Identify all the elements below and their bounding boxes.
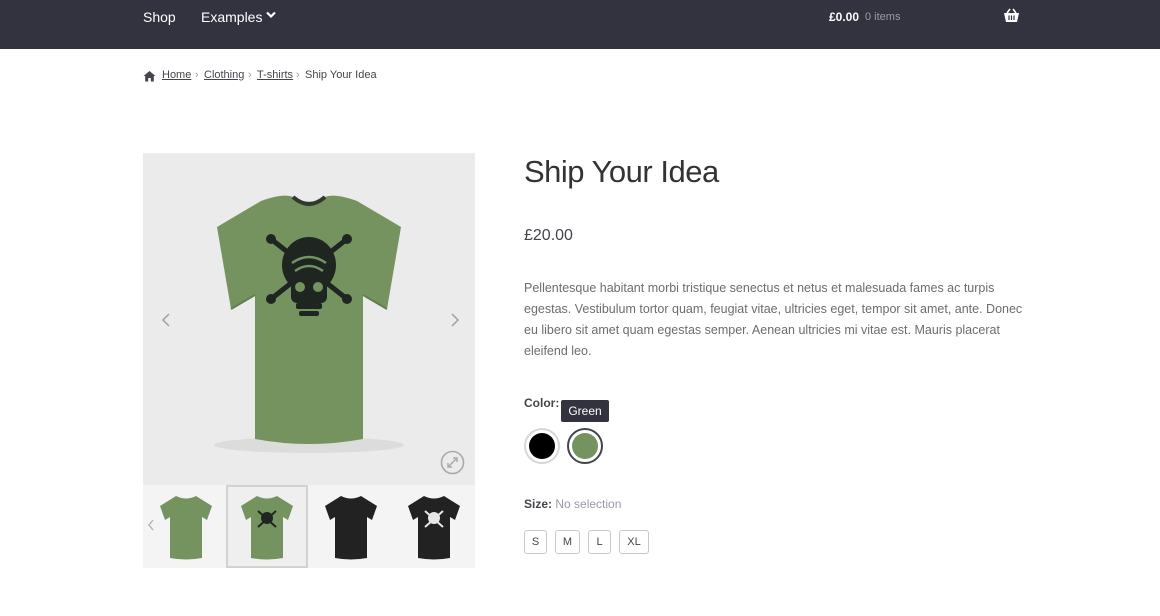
gallery-next-arrow-icon[interactable]: [447, 312, 461, 328]
gallery-prev-arrow-icon[interactable]: [160, 312, 174, 328]
zoom-icon[interactable]: [440, 450, 465, 475]
color-swatch-black[interactable]: [524, 428, 560, 464]
product-main-image[interactable]: [143, 153, 475, 485]
thumbnail-green[interactable]: [145, 485, 227, 568]
site-header: Shop Examples £0.00 0 items: [0, 0, 1160, 49]
breadcrumb-separator: ›: [296, 69, 300, 81]
swatch-fill: [529, 433, 555, 459]
breadcrumb-separator: ›: [195, 69, 199, 81]
size-selection-value: No selection: [555, 497, 622, 511]
product-description: Pellentesque habitant morbi tristique se…: [524, 281, 1023, 358]
breadcrumb-clothing-link[interactable]: Clothing: [204, 69, 244, 81]
breadcrumb-current: Ship Your Idea: [305, 69, 377, 81]
cart-amount[interactable]: £0.00: [829, 10, 859, 24]
size-option-m[interactable]: M: [555, 530, 580, 554]
size-option-xl[interactable]: XL: [619, 530, 649, 554]
breadcrumb-separator: ›: [248, 69, 252, 81]
color-label-text: Color:: [524, 396, 560, 410]
breadcrumb-home-link[interactable]: Home: [162, 69, 191, 81]
home-icon: [143, 71, 156, 82]
basket-icon[interactable]: [1003, 8, 1020, 23]
nav-examples-link[interactable]: Examples: [201, 9, 262, 25]
gallery-thumbnails: [143, 485, 475, 568]
thumbnail-green-skull[interactable]: [226, 485, 308, 568]
swatch-fill: [572, 433, 598, 459]
product-title: Ship Your Idea: [524, 154, 719, 189]
color-tooltip: Green: [561, 400, 609, 422]
size-label-text: Size:: [524, 497, 553, 511]
size-label: Size: No selection: [524, 497, 621, 511]
breadcrumb-tshirts-link[interactable]: T-shirts: [257, 69, 293, 81]
chevron-down-icon[interactable]: [266, 11, 276, 19]
nav-shop-link[interactable]: Shop: [143, 9, 176, 25]
product-price: £20.00: [524, 227, 573, 244]
thumbnail-black[interactable]: [310, 485, 392, 568]
cart-count[interactable]: 0 items: [865, 11, 900, 23]
tshirt-image: [214, 195, 404, 453]
size-option-l[interactable]: L: [588, 530, 611, 554]
size-option-s[interactable]: S: [524, 530, 547, 554]
color-swatch-green[interactable]: [567, 428, 603, 464]
thumbnail-black-skull[interactable]: [393, 485, 475, 568]
color-label: Color:: [524, 396, 559, 410]
